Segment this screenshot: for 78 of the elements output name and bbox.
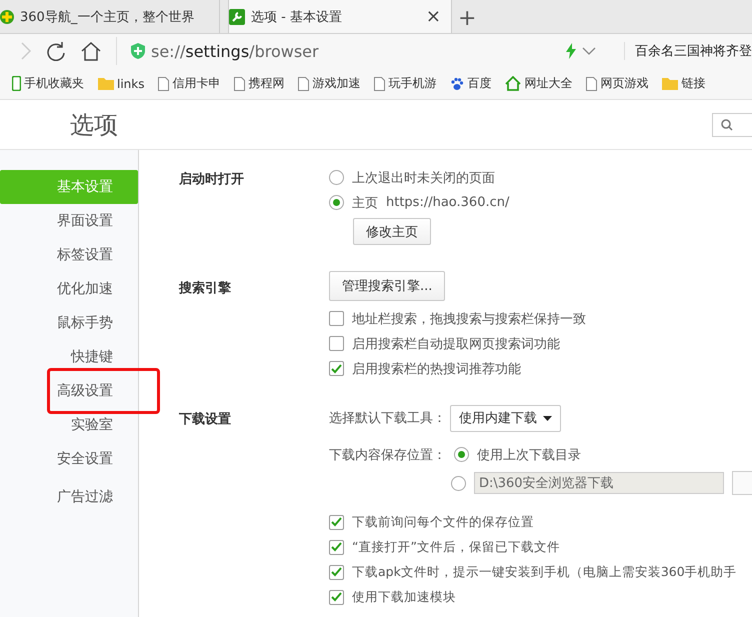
forward-icon bbox=[20, 41, 32, 61]
chevron-down-icon bbox=[582, 46, 596, 56]
download-tool-dropdown[interactable]: 使用内建下载 bbox=[450, 404, 561, 432]
option-label: 启用搜索栏的热搜词推荐功能 bbox=[352, 360, 521, 378]
bookmark-link[interactable]: 玩手机游 bbox=[374, 75, 436, 92]
sidebar-item[interactable]: 优化加速 bbox=[0, 272, 138, 306]
download-path-field[interactable]: D:\360安全浏览器下载 bbox=[474, 472, 724, 494]
checkbox[interactable] bbox=[329, 540, 344, 554]
option-label: 地址栏搜索，拖拽搜索与搜索栏保持一致 bbox=[352, 310, 586, 328]
tab-title: 选项 - 基本设置 bbox=[251, 8, 343, 26]
bookmark-link[interactable]: 百度 bbox=[450, 75, 492, 92]
section-heading: 启动时打开 bbox=[179, 170, 245, 189]
radio-button[interactable] bbox=[454, 447, 469, 462]
new-tab-button[interactable]: + bbox=[452, 3, 482, 33]
sidebar-item[interactable]: 鼠标手势 bbox=[0, 306, 138, 340]
home-icon bbox=[80, 41, 102, 61]
option-label: 主页 bbox=[352, 194, 378, 212]
sidebar-item[interactable]: 广告过滤 bbox=[0, 480, 138, 514]
page-icon bbox=[234, 76, 246, 90]
browser-tab[interactable]: 360导航_一个主页，整个世界 bbox=[0, 0, 220, 33]
checkbox[interactable] bbox=[329, 311, 344, 326]
bookmark-link[interactable]: 携程网 bbox=[234, 75, 284, 92]
bookmark-link[interactable]: links bbox=[98, 76, 144, 90]
sidebar-item[interactable]: 界面设置 bbox=[0, 204, 138, 238]
bookmark-link[interactable]: 信用卡申 bbox=[158, 75, 220, 92]
url-text: se://settings/browser bbox=[151, 42, 319, 60]
wrench-icon bbox=[229, 8, 245, 24]
bookmark-link[interactable]: 网页游戏 bbox=[586, 75, 648, 92]
browser-tab[interactable]: 选项 - 基本设置 × bbox=[228, 0, 452, 33]
folder-icon bbox=[662, 77, 678, 90]
close-tab-button[interactable]: × bbox=[424, 6, 443, 27]
page-icon bbox=[298, 76, 310, 90]
option-label: 使用下载加速模块 bbox=[352, 588, 456, 606]
news-ticker-text[interactable]: 百余名三国神将齐登 bbox=[624, 42, 752, 60]
checkbox[interactable] bbox=[329, 336, 344, 351]
field-label: 下载内容保存位置： bbox=[329, 446, 446, 464]
page-icon bbox=[374, 76, 386, 90]
page-icon bbox=[158, 76, 170, 90]
house-icon bbox=[505, 76, 522, 91]
checkbox[interactable] bbox=[329, 514, 344, 530]
paw-icon bbox=[450, 76, 464, 90]
option-label: “直接打开”文件后，保留已下载文件 bbox=[352, 538, 560, 556]
settings-search-field[interactable] bbox=[712, 112, 752, 136]
sidebar-item[interactable]: 安全设置 bbox=[0, 442, 138, 476]
shield-icon bbox=[131, 43, 145, 59]
caret-icon bbox=[543, 416, 552, 420]
phone-icon bbox=[12, 76, 21, 91]
option-label: 启用搜索栏自动提取网页搜索词功能 bbox=[352, 336, 560, 352]
manage-search-engines-button[interactable]: 管理搜索引擎... bbox=[329, 271, 446, 301]
checkbox[interactable] bbox=[329, 564, 344, 580]
option-label: 上次退出时未关闭的页面 bbox=[352, 170, 495, 186]
edit-homepage-button[interactable]: 修改主页 bbox=[353, 218, 431, 245]
bookmark-link[interactable]: 手机收藏夹 bbox=[12, 75, 84, 92]
section-heading: 搜索引擎 bbox=[179, 280, 232, 298]
option-label: 下载前询问每个文件的保存位置 bbox=[352, 514, 534, 530]
checkbox[interactable] bbox=[329, 590, 344, 604]
search-icon bbox=[721, 118, 733, 130]
tab-title: 360导航_一个主页，整个世界 bbox=[20, 8, 196, 26]
reload-icon bbox=[46, 41, 66, 61]
bookmark-link[interactable]: 网址大全 bbox=[505, 75, 572, 92]
lightning-icon bbox=[566, 43, 576, 59]
section-heading: 下载设置 bbox=[179, 411, 232, 429]
page-title: 选项 bbox=[70, 110, 118, 140]
checkbox[interactable] bbox=[329, 361, 344, 376]
plus-logo-icon bbox=[0, 8, 14, 24]
bookmark-link[interactable]: 链接 bbox=[662, 75, 706, 92]
sidebar-item[interactable]: 标签设置 bbox=[0, 238, 138, 272]
radio-button[interactable] bbox=[329, 195, 344, 210]
bookmark-link[interactable]: 游戏加速 bbox=[298, 75, 360, 92]
address-field[interactable]: se://settings/browser bbox=[116, 37, 610, 65]
folder-icon bbox=[98, 77, 114, 90]
radio-button[interactable] bbox=[329, 170, 344, 185]
field-label: 选择默认下载工具： bbox=[329, 410, 446, 427]
option-label: 使用上次下载目录 bbox=[477, 446, 581, 464]
page-icon bbox=[586, 76, 598, 90]
radio-button[interactable] bbox=[451, 476, 466, 490]
homepage-url: https://hao.360.cn/ bbox=[386, 195, 510, 210]
option-label: 下载apk文件时，提示一键安装到手机（电脑上需安装360手机助手 bbox=[352, 564, 737, 580]
